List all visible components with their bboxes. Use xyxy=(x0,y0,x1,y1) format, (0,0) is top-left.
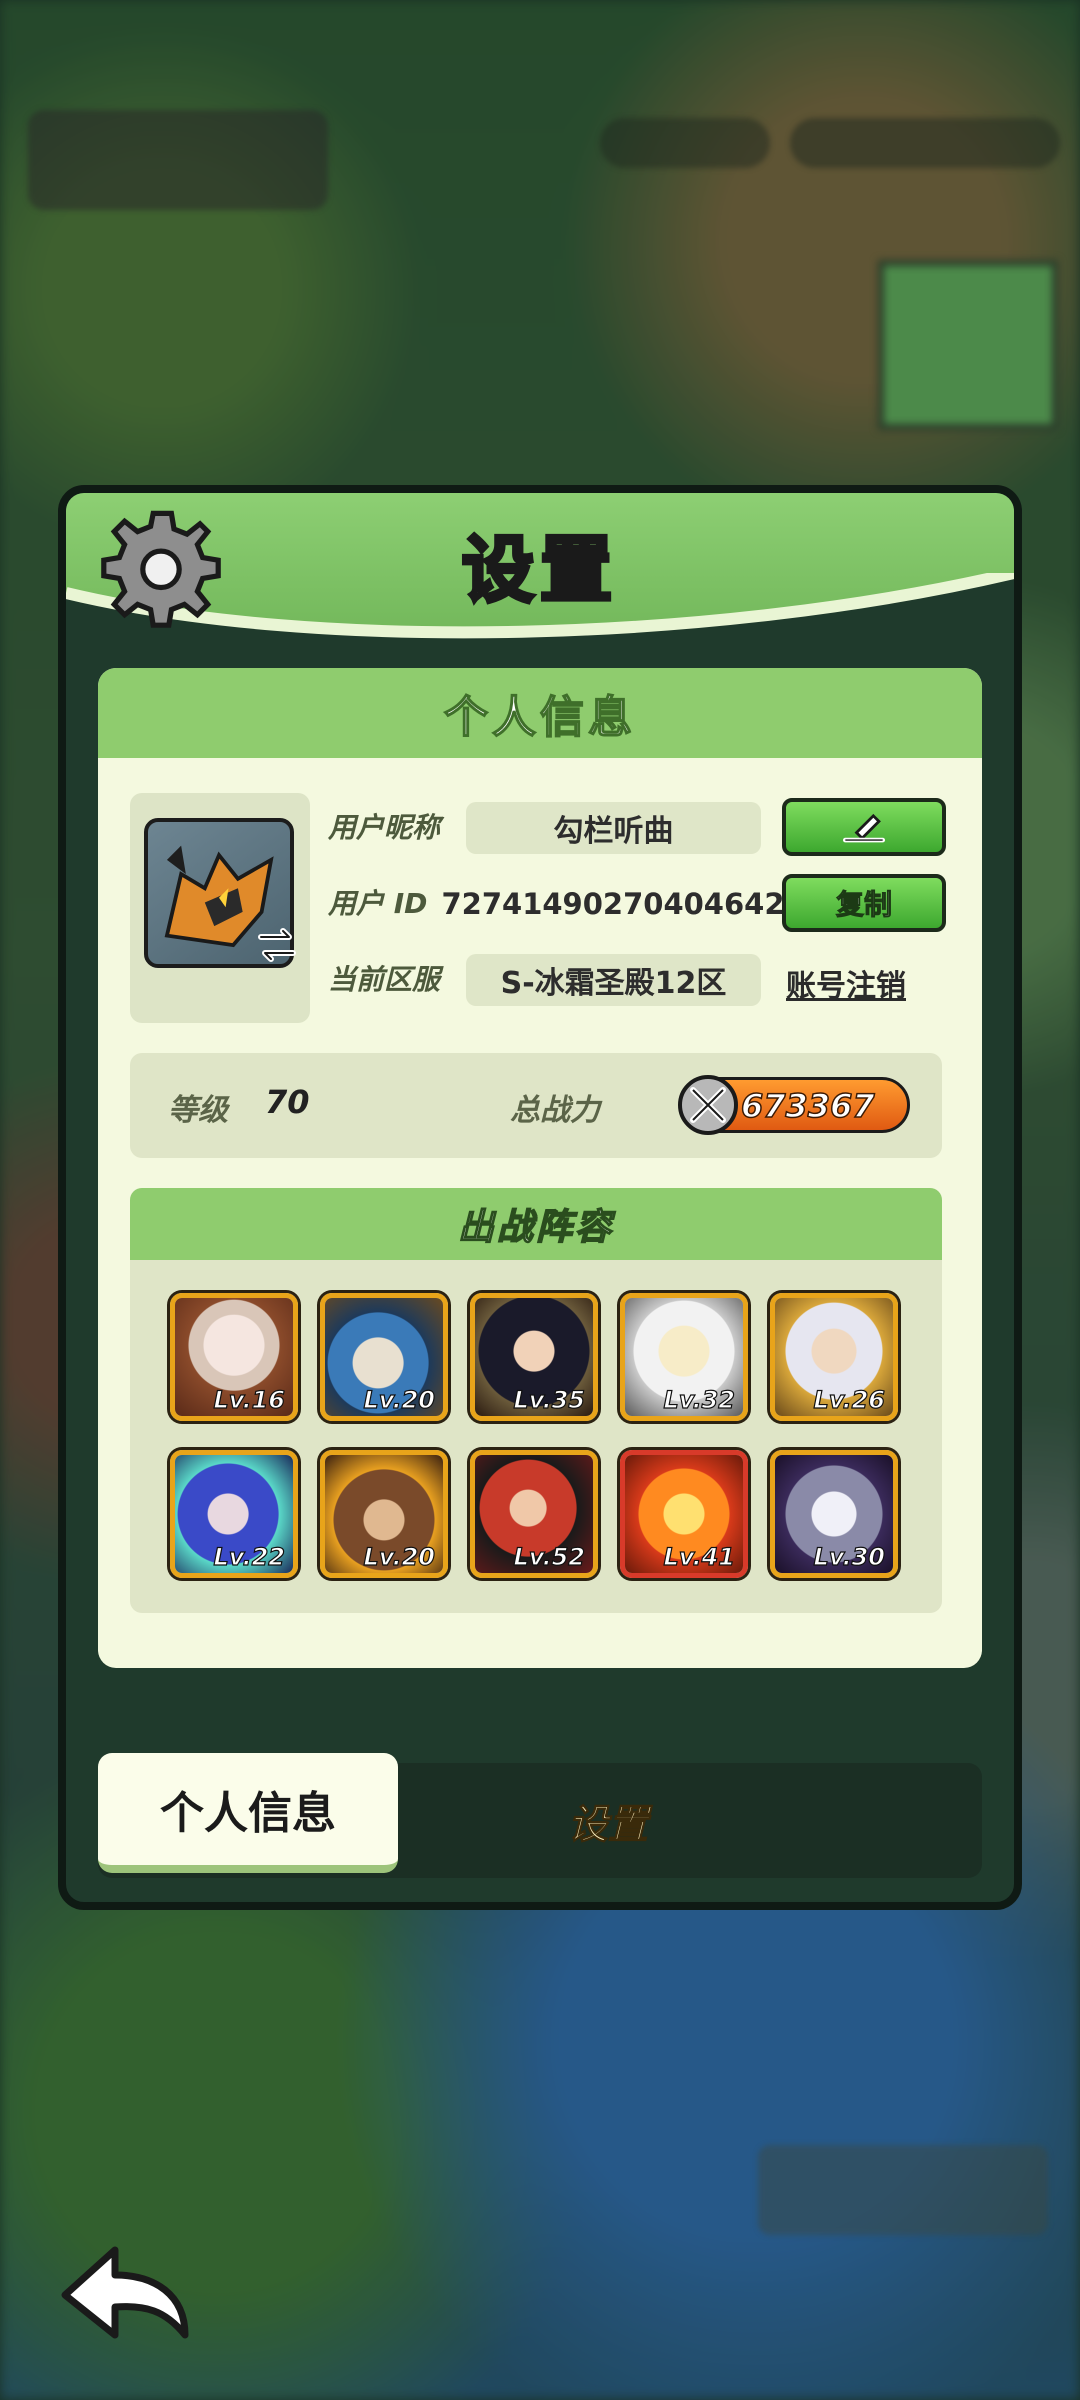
hud-resource-bar xyxy=(600,118,770,168)
hero-slot[interactable]: Lv.52 xyxy=(470,1450,598,1578)
personal-info-card: 个人信息 用户昵称 勾栏听曲 用户 ID 72741490270404642 复… xyxy=(98,668,982,1668)
server-label: 当前区服 xyxy=(328,963,441,996)
user-id-value: 72741490270404642 xyxy=(441,887,785,921)
hero-level: Lv.41 xyxy=(663,1542,736,1571)
lineup-header: 出战阵容 xyxy=(130,1188,942,1260)
hero-level: Lv.52 xyxy=(513,1542,586,1571)
gear-icon xyxy=(101,510,221,628)
hero-slot[interactable]: Lv.20 xyxy=(320,1293,448,1421)
back-arrow-icon[interactable] xyxy=(55,2235,195,2345)
hero-slot[interactable]: Lv.32 xyxy=(620,1293,748,1421)
tab-settings[interactable]: 设置 xyxy=(458,1763,758,1878)
copy-button-label: 复制 xyxy=(835,888,892,922)
dialog-header: 设置 xyxy=(66,493,1014,653)
hero-slot[interactable]: Lv.22 xyxy=(170,1450,298,1578)
copy-button[interactable]: 复制 xyxy=(782,874,946,932)
server-value: S-冰霜圣殿12区 xyxy=(466,954,761,1006)
hero-slot[interactable]: Lv.26 xyxy=(770,1293,898,1421)
hero-level: Lv.22 xyxy=(213,1542,286,1571)
personal-info-header: 个人信息 xyxy=(98,668,982,758)
hero-slot[interactable]: Lv.16 xyxy=(170,1293,298,1421)
stats-row: 等级 70 总战力 673367 xyxy=(130,1053,942,1158)
edit-nickname-button[interactable] xyxy=(782,798,946,856)
hero-level: Lv.35 xyxy=(513,1385,586,1414)
hero-level: Lv.30 xyxy=(813,1542,886,1571)
hero-slot[interactable]: Lv.35 xyxy=(470,1293,598,1421)
level-label: 等级 xyxy=(168,1093,228,1128)
user-id-label: 用户 ID xyxy=(328,887,428,920)
power-value: 673367 xyxy=(740,1086,875,1126)
hero-level: Lv.16 xyxy=(213,1385,286,1414)
hero-level: Lv.20 xyxy=(363,1385,436,1414)
hero-level: Lv.32 xyxy=(663,1385,736,1414)
level-value: 70 xyxy=(265,1083,310,1121)
swap-avatar-icon[interactable] xyxy=(255,923,299,967)
pencil-icon xyxy=(843,813,885,843)
power-label: 总战力 xyxy=(510,1093,600,1128)
hero-slot[interactable]: Lv.30 xyxy=(770,1450,898,1578)
personal-info-title: 个人信息 xyxy=(443,691,636,744)
hud-player-panel xyxy=(28,110,328,210)
tab-bar: 个人信息 设置 xyxy=(98,1753,982,1878)
nickname-label: 用户昵称 xyxy=(328,811,441,844)
hero-slot[interactable]: Lv.41 xyxy=(620,1450,748,1578)
power-badge: 673367 xyxy=(678,1075,910,1135)
hud-resource-bar xyxy=(790,118,1060,168)
hero-level: Lv.26 xyxy=(813,1385,886,1414)
hero-level: Lv.20 xyxy=(363,1542,436,1571)
background-chip xyxy=(758,2145,1048,2235)
settings-dialog: 设置 个人信息 用户昵称 勾栏听曲 用户 ID 7274149027040464… xyxy=(58,485,1022,1910)
minimap xyxy=(878,260,1058,430)
crossed-swords-icon xyxy=(678,1075,738,1135)
nickname-value: 勾栏听曲 xyxy=(466,802,761,854)
deregister-account-link[interactable]: 账号注销 xyxy=(786,961,906,1005)
tab-personal-info[interactable]: 个人信息 xyxy=(98,1753,398,1873)
lineup-title: 出战阵容 xyxy=(457,1206,614,1249)
hero-slot[interactable]: Lv.20 xyxy=(320,1450,448,1578)
lineup-panel: 出战阵容 Lv.16 Lv.20 Lv.35 Lv.32 Lv.26 Lv.22… xyxy=(130,1188,942,1613)
avatar-frame xyxy=(130,793,310,1023)
